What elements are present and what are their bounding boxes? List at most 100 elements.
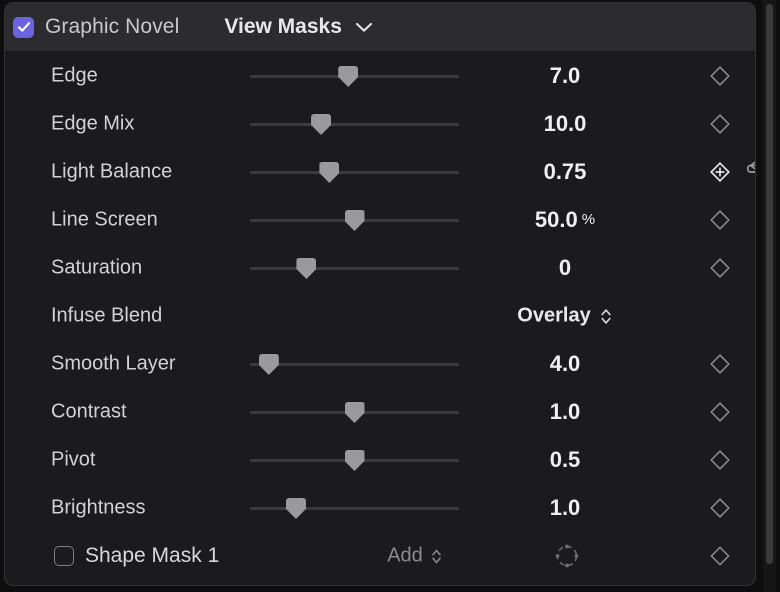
slider-handle[interactable] (285, 498, 306, 519)
keyframe-button-light-balance[interactable] (705, 157, 735, 187)
parameter-label: Brightness (51, 496, 146, 519)
view-masks-dropdown[interactable]: View Masks (224, 15, 373, 39)
keyframe-button-saturation[interactable] (705, 253, 735, 283)
slider-handle[interactable] (344, 402, 365, 423)
parameter-label: Smooth Layer (51, 352, 176, 375)
reset-button-light-balance[interactable] (741, 158, 755, 186)
parameter-label: Edge (51, 64, 98, 87)
parameter-row-smooth-layer: Smooth Layer 4.0 (5, 340, 755, 388)
parameter-rows: Edge 7.0 Edge Mix 10.0 Light Balance 0.75 Line… (5, 52, 755, 532)
slider-handle[interactable] (338, 66, 359, 87)
keyframe-button-pivot[interactable] (705, 445, 735, 475)
parameter-row-infuse-blend: Infuse Blend Overlay (5, 292, 755, 340)
keyframe-button-contrast[interactable] (705, 397, 735, 427)
slider-brightness[interactable] (250, 496, 459, 520)
slider-contrast[interactable] (250, 400, 459, 424)
slider-handle[interactable] (311, 114, 332, 135)
diamond-icon (710, 354, 730, 374)
keyframe-button-edge-mix[interactable] (705, 109, 735, 139)
parameter-row-brightness: Brightness 1.0 (5, 484, 755, 532)
effect-parameter-panel: Graphic Novel View Masks Edge 7.0 Edge Mix… (4, 2, 756, 586)
value-field-contrast[interactable]: 1.0 (475, 399, 655, 425)
parameter-row-pivot: Pivot 0.5 (5, 436, 755, 484)
popup-infuse-blend[interactable]: Overlay (475, 305, 655, 328)
slider-track (250, 507, 459, 510)
value-field-saturation[interactable]: 0 (475, 255, 655, 281)
slider-track (250, 123, 459, 126)
parameter-row-edge: Edge 7.0 (5, 52, 755, 100)
value-field-brightness[interactable]: 1.0 (475, 495, 655, 521)
shape-mask-row: Shape Mask 1 Add (5, 533, 755, 579)
scrollbar-thumb[interactable] (766, 4, 773, 564)
value-field-smooth-layer[interactable]: 4.0 (475, 351, 655, 377)
diamond-icon (710, 66, 730, 86)
parameter-label: Pivot (51, 448, 96, 471)
slider-handle[interactable] (344, 450, 365, 471)
value-number: 7.0 (549, 63, 581, 88)
slider-pivot[interactable] (250, 448, 459, 472)
diamond-icon (710, 402, 730, 422)
value-number: 0.5 (549, 447, 581, 472)
chevron-down-icon (355, 22, 372, 32)
slider-smooth-layer[interactable] (250, 352, 459, 376)
graphic-novel-inspector: Graphic Novel View Masks Edge 7.0 Edge Mix… (0, 0, 780, 592)
value-number: 50.0 (534, 207, 578, 232)
value-number: 0.75 (543, 159, 587, 184)
shape-mask-mode-dropdown[interactable]: Add (330, 545, 500, 568)
value-field-line-screen[interactable]: 50.0% (475, 207, 655, 233)
keyframe-button-smooth-layer[interactable] (705, 349, 735, 379)
keyframe-button-line-screen[interactable] (705, 205, 735, 235)
slider-line-screen[interactable] (250, 208, 459, 232)
parameter-row-edge-mix: Edge Mix 10.0 (5, 100, 755, 148)
slider-edge-mix[interactable] (250, 112, 459, 136)
diamond-plus-icon (709, 161, 731, 183)
value-unit: % (581, 211, 596, 228)
parameter-label: Line Screen (51, 208, 158, 231)
value-field-edge-mix[interactable]: 10.0 (475, 111, 655, 137)
vertical-scrollbar[interactable] (763, 0, 776, 592)
parameter-label: Saturation (51, 256, 143, 279)
value-field-pivot[interactable]: 0.5 (475, 447, 655, 473)
slider-saturation[interactable] (250, 256, 459, 280)
slider-handle[interactable] (344, 210, 365, 231)
slider-track (250, 267, 459, 270)
parameter-label: Infuse Blend (51, 304, 163, 327)
slider-track (250, 171, 459, 174)
shape-mask-label: Shape Mask 1 (85, 544, 220, 567)
view-masks-label: View Masks (224, 15, 342, 38)
keyframe-button-brightness[interactable] (705, 493, 735, 523)
slider-handle[interactable] (258, 354, 279, 375)
diamond-icon (710, 258, 730, 278)
slider-handle[interactable] (319, 162, 340, 183)
value-number: 4.0 (549, 351, 581, 376)
parameter-row-contrast: Contrast 1.0 (5, 388, 755, 436)
keyframe-button-edge[interactable] (705, 61, 735, 91)
shape-mask-mode-label: Add (387, 544, 423, 567)
value-field-edge[interactable]: 7.0 (475, 63, 655, 89)
parameter-label: Contrast (51, 400, 127, 423)
reset-arrow-icon (746, 161, 755, 173)
diamond-icon (710, 450, 730, 470)
popup-value-label: Overlay (517, 304, 591, 327)
slider-edge[interactable] (250, 64, 459, 88)
value-field-light-balance[interactable]: 0.75 (475, 159, 655, 185)
checkmark-icon (17, 22, 30, 32)
effect-enable-checkbox[interactable] (13, 16, 34, 38)
chevron-up-down-icon (431, 549, 441, 563)
slider-handle[interactable] (296, 258, 317, 279)
value-number: 1.0 (549, 399, 581, 424)
parameter-label: Light Balance (51, 160, 173, 183)
parameter-row-light-balance: Light Balance 0.75 (5, 148, 755, 196)
diamond-icon (710, 114, 730, 134)
effect-header: Graphic Novel View Masks (5, 3, 755, 52)
shape-mask-shape-button[interactable] (551, 540, 583, 572)
shape-mask-checkbox[interactable] (54, 546, 74, 566)
shape-mask-keyframe-button[interactable] (705, 541, 735, 571)
diamond-icon (710, 210, 730, 230)
parameter-row-line-screen: Line Screen 50.0% (5, 196, 755, 244)
effect-title: Graphic Novel (45, 15, 180, 38)
slider-track (250, 363, 459, 366)
slider-light-balance[interactable] (250, 160, 459, 184)
mask-circle-icon (555, 544, 579, 568)
parameter-label: Edge Mix (51, 112, 135, 135)
